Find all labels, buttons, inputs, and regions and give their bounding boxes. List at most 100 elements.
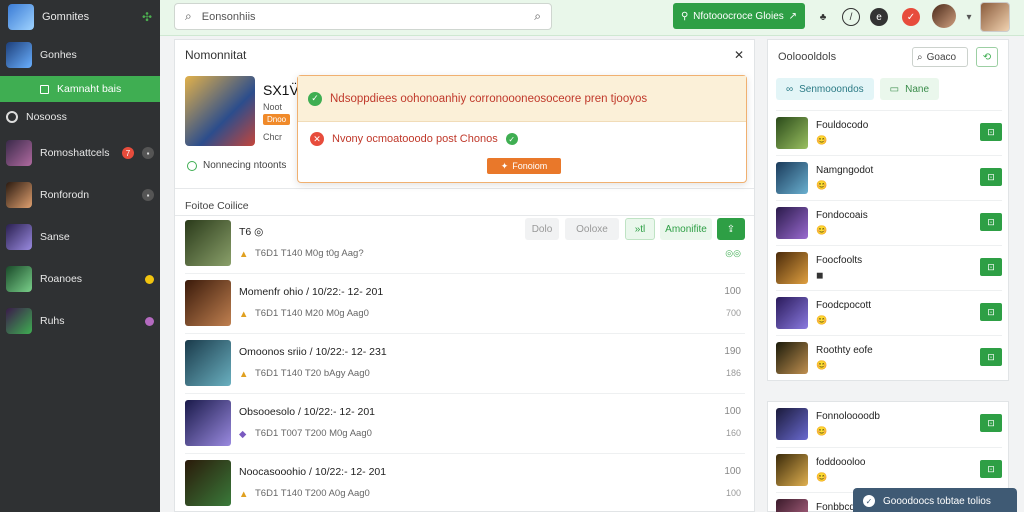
emoji-icon: 😊 — [816, 472, 828, 482]
notification-badge: 7 — [122, 147, 134, 159]
chevron-down-icon[interactable]: ▾ — [960, 8, 978, 26]
sidebar-item-ronforodn[interactable]: Ronforodn ▪ — [0, 174, 160, 216]
thumbnail — [776, 252, 808, 284]
user-avatar[interactable] — [932, 4, 956, 28]
thumbnail — [185, 400, 231, 446]
avatar — [6, 42, 32, 68]
status-notification[interactable]: ✓ Gooodoocs tobtae tolios — [853, 488, 1017, 512]
tab-secondary[interactable]: ▭ Nane — [879, 78, 939, 100]
item-name: Fondocoais — [816, 210, 868, 221]
emoji-icon — [145, 274, 154, 284]
thumbnail — [776, 297, 808, 329]
bell-icon[interactable]: ♣ — [814, 8, 832, 26]
status-dot — [145, 316, 154, 326]
list-item[interactable]: Noocasooohio / 10/22:- 12- 201 ▲ T6D1 T14… — [185, 456, 745, 512]
item-name: Foocfoolts — [816, 255, 863, 266]
search-input[interactable] — [201, 10, 525, 23]
search-submit-icon[interactable]: ⌕ — [534, 9, 541, 24]
tab-icon: ▭ — [889, 83, 900, 95]
thumbnail — [185, 340, 231, 386]
add-button[interactable]: ⊡ — [980, 123, 1002, 141]
thumbnail — [776, 499, 808, 512]
thumbnail — [185, 460, 231, 506]
sidebar-item-label: Gonhes — [40, 49, 77, 61]
sidebar-item-gonhes[interactable]: Gonhes — [0, 34, 160, 76]
alert-icon[interactable]: ✓ — [902, 8, 920, 26]
close-icon[interactable]: ✕ — [734, 48, 744, 62]
avatar — [6, 140, 32, 166]
thumbnail — [776, 207, 808, 239]
right-panel-header: Ooloooldols ⌕ Goaco ⟲ — [768, 40, 1008, 74]
list-item[interactable]: Obsooesolo / 10/22:- 12- 201 ◆ T6D1 T007 … — [185, 396, 745, 454]
sidebar-item-label: Roanoes — [40, 273, 83, 285]
item-subtitle: ▲ T6D1 T140 T200 A0g Aag0 — [239, 488, 370, 500]
add-button[interactable]: ⊡ — [980, 414, 1002, 432]
profile-name: SX1V̈ — [263, 82, 299, 98]
compass-icon[interactable]: / — [842, 8, 860, 26]
chat-icon[interactable]: ▪ — [142, 147, 154, 159]
add-button[interactable]: ⊡ — [980, 168, 1002, 186]
item-name: foddoooloo — [816, 457, 866, 468]
list-item[interactable]: Foodcpocott 😊 ⊡ — [776, 290, 1002, 335]
list-item[interactable]: Namgngodot 😊 ⊡ — [776, 155, 1002, 200]
item-subtitle: ▲ T6D1 T140 T20 bAgy Aag0 — [239, 368, 370, 380]
right-panel-search-button[interactable]: ⌕ Goaco — [912, 47, 968, 67]
list-item[interactable]: Foocfoolts ◼ ⊡ — [776, 245, 1002, 290]
gem-icon: ◆ — [239, 428, 247, 440]
sidebar-item-label: Ruhs — [40, 315, 65, 327]
item-subtitle: ▲ T6D1 T140 M0g t0g Aag? — [239, 248, 364, 260]
item-value: 100 — [724, 466, 741, 477]
tab-primary[interactable]: ∞ Senmooondos — [776, 78, 874, 100]
item-title: Omoonos sriio / 10/22:- 12- 231 — [239, 346, 387, 358]
search-icon: ⌕ — [185, 9, 192, 23]
sidebar-item-label: Romoshattcels — [40, 147, 110, 159]
sidebar-item-ruhs[interactable]: Ruhs — [0, 300, 160, 342]
list-item[interactable]: Omoonos sriio / 10/22:- 12- 231 ▲ T6D1 T1… — [185, 336, 745, 394]
cta-label: Nfotooocroce Gloies — [693, 10, 784, 22]
app-logo — [8, 4, 34, 30]
item-value-secondary: 700 — [725, 308, 741, 318]
add-button[interactable]: ⊡ — [980, 258, 1002, 276]
list-item[interactable]: foddoooloo 😊 ⊡ — [776, 447, 1002, 492]
sidebar-header: Gomnites ✣ — [0, 0, 160, 34]
thumbnail — [776, 408, 808, 440]
list-item[interactable]: T6 ◎ ▲ T6D1 T140 M0g t0g Aag? ◎◎ — [185, 216, 745, 274]
fire-icon: ▲ — [239, 308, 249, 320]
profile-picture[interactable] — [980, 2, 1010, 32]
sidebar-item-label: Nosooss — [26, 111, 67, 123]
sidebar-item-nosooss[interactable]: Nosooss — [0, 102, 160, 132]
popup-action-button[interactable]: ✦ Fonoiom — [487, 158, 561, 174]
list-item[interactable]: Roothty eofe 😊 ⊡ — [776, 335, 1002, 380]
list-item[interactable]: Fonnoloooodb 😊 ⊡ — [776, 402, 1002, 447]
sidebar-item-sanse[interactable]: Sanse — [0, 216, 160, 258]
sidebar-item-kamnaht[interactable]: Kamnaht bais — [0, 76, 160, 102]
sidebar-item-romoshattcels[interactable]: Romoshattcels 7 ▪ — [0, 132, 160, 174]
avatar — [6, 224, 32, 250]
list-item[interactable]: Fouldocodo 😊 ⊡ — [776, 110, 1002, 155]
primary-action-button[interactable]: ⚲ Nfotooocroce Gloies ↗ — [673, 3, 805, 29]
profile-image — [185, 76, 255, 146]
item-subtitle: ▲ T6D1 T140 M20 M0g Aag0 — [239, 308, 369, 320]
page-title: Nomonnitat — [185, 48, 247, 62]
help-icon[interactable]: e — [870, 8, 888, 26]
status-icon: ◼ — [816, 270, 824, 280]
add-button[interactable]: ⊡ — [980, 213, 1002, 231]
item-subtitle: ◆ T6D1 T007 T200 M0g Aag0 — [239, 428, 372, 440]
circle-icon — [6, 111, 18, 123]
emoji-icon: 😊 — [816, 315, 828, 325]
right-panel-tabs: ∞ Senmooondos ▭ Nane — [776, 78, 939, 100]
add-button[interactable]: ⊡ — [980, 348, 1002, 366]
add-button[interactable]: ⊡ — [980, 303, 1002, 321]
item-name: Foodcpocott — [816, 300, 872, 311]
refresh-button[interactable]: ⟲ — [976, 47, 998, 67]
list-item[interactable]: Fondocoais 😊 ⊡ — [776, 200, 1002, 245]
settings-icon[interactable]: ✣ — [142, 10, 152, 24]
add-button[interactable]: ⊡ — [980, 460, 1002, 478]
popup-title: Ndsoppdiees oohonoanhiy corronoooneosoce… — [330, 92, 648, 105]
search-box[interactable]: ⌕ ⌕ — [174, 3, 552, 30]
avatar — [6, 182, 32, 208]
chat-icon[interactable]: ▪ — [142, 189, 154, 201]
sidebar-item-roanoes[interactable]: Roanoes — [0, 258, 160, 300]
profile-meta: Chcr — [263, 132, 283, 142]
list-item[interactable]: Momenfr ohio / 10/22:- 12- 201 ▲ T6D1 T14… — [185, 276, 745, 334]
